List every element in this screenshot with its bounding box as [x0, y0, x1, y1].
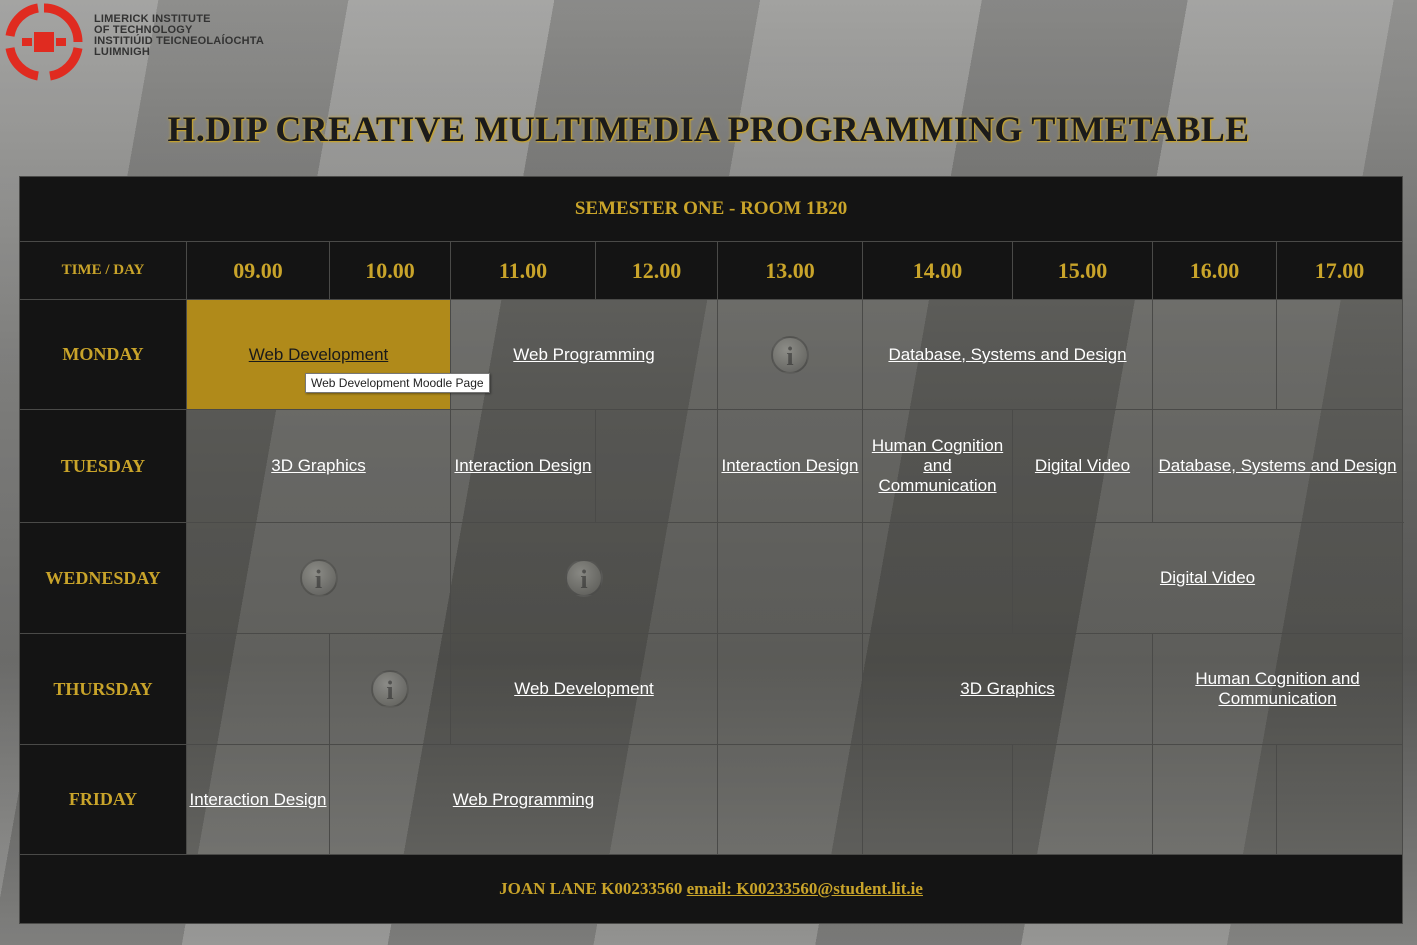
wednesday-info-cell: i: [450, 522, 718, 634]
thursday-human-cognition-cell[interactable]: Human Cognition and Communication: [1151, 633, 1404, 745]
empty-cell: [1012, 744, 1153, 855]
empty-cell: [717, 744, 863, 855]
time-day-header: TIME / DAY: [19, 241, 187, 300]
info-icon[interactable]: i: [371, 670, 409, 708]
tuesday-interaction-design-link[interactable]: Interaction Design: [454, 456, 591, 475]
empty-cell: [595, 409, 718, 523]
wednesday-digital-video-link[interactable]: Digital Video: [1160, 568, 1255, 587]
hour-header: 14.00: [862, 241, 1013, 300]
thursday-info-cell: i: [329, 633, 451, 745]
friday-web-programming-link[interactable]: Web Programming: [453, 790, 594, 809]
monday-web-programming-link[interactable]: Web Programming: [513, 345, 654, 364]
monday-database-link[interactable]: Database, Systems and Design: [888, 345, 1126, 364]
monday-database-cell[interactable]: Database, Systems and Design: [862, 299, 1153, 410]
day-wednesday: WEDNESDAY: [19, 522, 187, 634]
thursday-web-development-cell[interactable]: Web Development: [450, 633, 718, 745]
tuesday-interaction-design-2-cell[interactable]: Interaction Design: [717, 409, 863, 523]
hour-header: 15.00: [1012, 241, 1153, 300]
thursday-web-development-link[interactable]: Web Development: [514, 679, 654, 698]
hour-header: 16.00: [1152, 241, 1277, 300]
tuesday-database-cell[interactable]: Database, Systems and Design: [1151, 409, 1404, 523]
empty-cell: [1275, 744, 1404, 855]
tuesday-interaction-design-2-link[interactable]: Interaction Design: [721, 456, 858, 475]
monday-web-programming-cell[interactable]: Web Programming: [450, 299, 718, 410]
empty-cell: [186, 633, 330, 745]
hour-header: 09.00: [186, 241, 330, 300]
footer-name: JOAN LANE K00233560: [499, 879, 683, 898]
page-title: H.DIP CREATIVE MULTIMEDIA PROGRAMMING TI…: [167, 109, 1250, 149]
footer: JOAN LANE K00233560 email: K00233560@stu…: [18, 854, 1404, 924]
tuesday-human-cognition-cell[interactable]: Human Cognition and Communication: [862, 409, 1013, 523]
empty-cell: [717, 633, 863, 745]
empty-cell: [1152, 299, 1277, 410]
monday-web-development-cell[interactable]: Web Development: [186, 299, 451, 410]
info-icon[interactable]: i: [565, 559, 603, 597]
hour-header: 12.00: [595, 241, 718, 300]
tuesday-digital-video-link[interactable]: Digital Video: [1035, 456, 1130, 475]
empty-cell: [862, 744, 1013, 855]
tuesday-digital-video-cell[interactable]: Digital Video: [1012, 409, 1153, 523]
semester-header: SEMESTER ONE - ROOM 1B20: [18, 176, 1404, 242]
friday-interaction-design-link[interactable]: Interaction Design: [189, 790, 326, 809]
lit-logo: LIMERICK INSTITUTE OF TECHNOLOGY INSTITI…: [4, 2, 264, 82]
empty-cell: [717, 522, 863, 634]
thursday-human-cognition-link[interactable]: Human Cognition and Communication: [1195, 669, 1359, 708]
tuesday-human-cognition-link[interactable]: Human Cognition and Communication: [872, 436, 1003, 495]
footer-email-link[interactable]: email: K00233560@student.lit.ie: [687, 879, 923, 898]
thursday-3d-graphics-cell[interactable]: 3D Graphics: [862, 633, 1153, 745]
hour-header: 10.00: [329, 241, 451, 300]
info-icon[interactable]: i: [299, 559, 338, 597]
thursday-3d-graphics-link[interactable]: 3D Graphics: [960, 679, 1054, 698]
tuesday-interaction-design-cell[interactable]: Interaction Design: [450, 409, 596, 523]
day-thursday: THURSDAY: [19, 633, 187, 745]
logo-text: LIMERICK INSTITUTE OF TECHNOLOGY INSTITI…: [94, 14, 264, 58]
hour-header: 11.00: [450, 241, 596, 300]
day-tuesday: TUESDAY: [19, 409, 187, 523]
hour-header: 13.00: [717, 241, 863, 300]
empty-cell: [1275, 299, 1404, 410]
empty-cell: [862, 522, 1013, 634]
logo-line-4: LUIMNIGH: [94, 46, 150, 58]
friday-web-programming-cell[interactable]: Web Programming: [329, 744, 718, 855]
wednesday-digital-video-cell[interactable]: Digital Video: [1011, 522, 1404, 634]
tuesday-3d-graphics-cell[interactable]: 3D Graphics: [186, 409, 451, 523]
tuesday-database-link[interactable]: Database, Systems and Design: [1158, 456, 1396, 475]
day-friday: FRIDAY: [19, 744, 187, 855]
monday-web-development-link[interactable]: Web Development: [249, 345, 389, 364]
timetable: SEMESTER ONE - ROOM 1B20 TIME / DAY 09.0…: [18, 176, 1404, 924]
empty-cell: [1152, 744, 1277, 855]
tuesday-3d-graphics-link[interactable]: 3D Graphics: [271, 456, 365, 475]
wednesday-info-cell: i: [186, 522, 451, 634]
day-monday: MONDAY: [19, 299, 187, 410]
tooltip: Web Development Moodle Page: [305, 373, 490, 393]
friday-interaction-design-cell[interactable]: Interaction Design: [186, 744, 330, 855]
hour-header: 17.00: [1275, 241, 1404, 300]
monday-lunch-cell: i: [717, 299, 863, 410]
info-icon[interactable]: i: [771, 335, 809, 374]
lit-logo-icon: [5, 3, 83, 81]
